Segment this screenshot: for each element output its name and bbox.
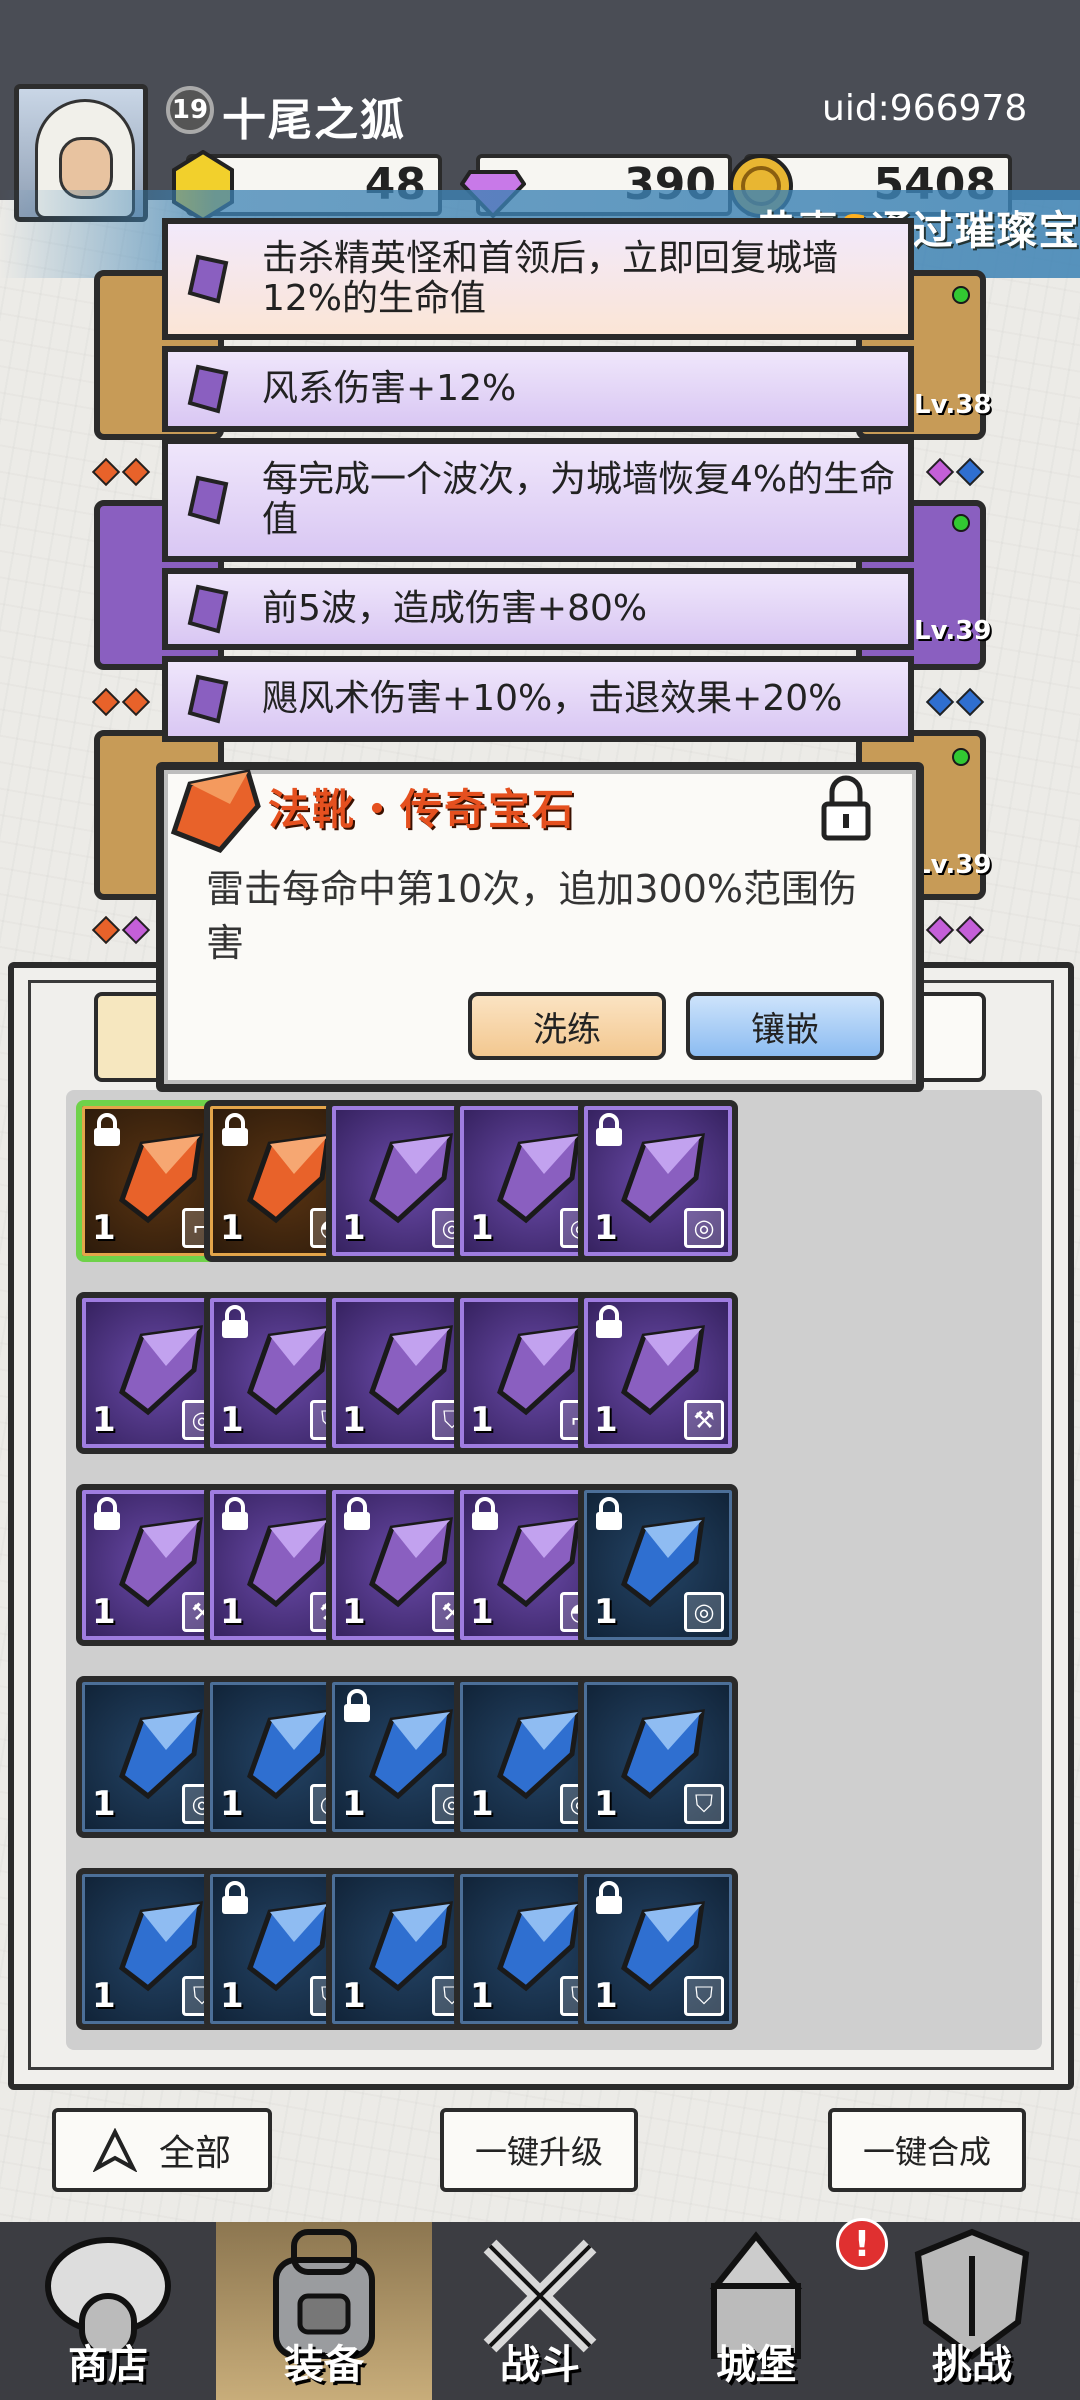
nav-item[interactable]: 商店 bbox=[0, 2222, 216, 2400]
merge-all-button[interactable]: 一键合成 bbox=[828, 2108, 1026, 2192]
affix-text: 飓风术伤害+10%，击退效果+20% bbox=[262, 678, 843, 719]
nav-label: 战斗 bbox=[500, 2342, 580, 2388]
upgrade-all-button[interactable]: 一键升级 bbox=[440, 2108, 638, 2192]
lock-icon[interactable] bbox=[818, 772, 874, 842]
affix-text: 风系伤害+12% bbox=[262, 368, 517, 409]
gem-quantity: 1 bbox=[342, 1976, 366, 2016]
equip-level: Lv.39 bbox=[914, 850, 992, 880]
lock-icon bbox=[222, 1497, 248, 1530]
affix-row: 前5波，造成伤害+80% bbox=[162, 568, 914, 650]
lock-icon bbox=[94, 1497, 120, 1530]
ring-slot-icon: ◎ bbox=[684, 1208, 724, 1248]
affix-text: 每完成一个波次，为城墙恢复4%的生命值 bbox=[262, 459, 896, 540]
armor-slot-icon: ⛉ bbox=[684, 1976, 724, 2016]
nav-label: 装备 bbox=[284, 2342, 364, 2388]
lock-icon bbox=[344, 1497, 370, 1530]
affix-text: 前5波，造成伤害+80% bbox=[262, 588, 648, 629]
filter-all-button[interactable]: 全部 bbox=[52, 2108, 272, 2192]
inlay-button[interactable]: 镶嵌 bbox=[686, 992, 884, 1060]
gem-quantity: 1 bbox=[594, 1592, 618, 1632]
nav-item[interactable]: 装备 bbox=[216, 2222, 432, 2400]
gem-quantity: 1 bbox=[220, 1784, 244, 1824]
purple-gem-icon bbox=[187, 584, 229, 634]
affix-text: 击杀精英怪和首领后，立即回复城墙12%的生命值 bbox=[262, 238, 839, 319]
inventory-gem-tile[interactable]: 1⚒ bbox=[578, 1292, 738, 1454]
gem-quantity: 1 bbox=[342, 1400, 366, 1440]
weapon-slot-icon: ⚒ bbox=[684, 1400, 724, 1440]
purple-gem-icon bbox=[187, 475, 229, 525]
nav-label: 挑战 bbox=[932, 2342, 1012, 2388]
gem-quantity: 1 bbox=[92, 1400, 116, 1440]
gem-quantity: 1 bbox=[92, 1784, 116, 1824]
player-level-badge: 19 bbox=[166, 86, 214, 134]
gem-quantity: 1 bbox=[220, 1976, 244, 2016]
gem-quantity: 1 bbox=[470, 1976, 494, 2016]
nav-label: 城堡 bbox=[716, 2342, 796, 2388]
lock-icon bbox=[596, 1113, 622, 1146]
gem-quantity: 1 bbox=[470, 1784, 494, 1824]
affix-row: 飓风术伤害+10%，击退效果+20% bbox=[162, 656, 914, 742]
gem-quantity: 1 bbox=[92, 1592, 116, 1632]
status-dot bbox=[952, 286, 970, 304]
gem-quantity: 1 bbox=[470, 1400, 494, 1440]
gem-quantity: 1 bbox=[92, 1976, 116, 2016]
gem-quantity: 1 bbox=[594, 1976, 618, 2016]
affix-row: 风系伤害+12% bbox=[162, 346, 914, 432]
castle-alert-badge: ! bbox=[836, 2218, 888, 2270]
gem-quantity: 1 bbox=[220, 1208, 244, 1248]
inventory-gem-tile[interactable]: 1⛉ bbox=[578, 1868, 738, 2030]
lock-icon bbox=[596, 1881, 622, 1914]
lock-icon bbox=[222, 1305, 248, 1338]
nav-item[interactable]: 挑战 bbox=[864, 2222, 1080, 2400]
inventory-gem-tile[interactable]: 1⛉ bbox=[578, 1676, 738, 1838]
nav-item[interactable]: 城堡 bbox=[648, 2222, 864, 2400]
filter-label: 全部 bbox=[158, 2133, 231, 2174]
lock-icon bbox=[596, 1305, 622, 1338]
ring-slot-icon: ◎ bbox=[684, 1592, 724, 1632]
refine-button[interactable]: 洗练 bbox=[468, 992, 666, 1060]
lock-icon bbox=[472, 1497, 498, 1530]
lock-icon bbox=[344, 1689, 370, 1722]
equip-level: Lv.39 bbox=[914, 616, 992, 646]
gem-quantity: 1 bbox=[470, 1208, 494, 1248]
lock-icon bbox=[222, 1113, 248, 1146]
purple-gem-icon bbox=[187, 254, 229, 304]
triangle-filter-icon bbox=[92, 2128, 137, 2172]
gem-quantity: 1 bbox=[594, 1208, 618, 1248]
gem-quantity: 1 bbox=[342, 1208, 366, 1248]
gem-quantity: 1 bbox=[594, 1400, 618, 1440]
gem-quantity: 1 bbox=[92, 1208, 116, 1248]
purple-gem-icon bbox=[187, 364, 229, 414]
purple-gem-icon bbox=[187, 674, 229, 724]
inventory-gem-tile[interactable]: 1◎ bbox=[578, 1100, 738, 1262]
gem-quantity: 1 bbox=[342, 1592, 366, 1632]
status-dot bbox=[952, 514, 970, 532]
lock-icon bbox=[222, 1881, 248, 1914]
equip-level: Lv.38 bbox=[914, 390, 992, 420]
gem-quantity: 1 bbox=[342, 1784, 366, 1824]
gem-quantity: 1 bbox=[470, 1592, 494, 1632]
popup-title: 法靴・传奇宝石 bbox=[268, 785, 577, 834]
gem-quantity: 1 bbox=[220, 1400, 244, 1440]
gem-quantity: 1 bbox=[220, 1592, 244, 1632]
affix-row: 每完成一个波次，为城墙恢复4%的生命值 bbox=[162, 438, 914, 562]
lock-icon bbox=[94, 1113, 120, 1146]
nav-label: 商店 bbox=[68, 2342, 148, 2388]
status-dot bbox=[952, 748, 970, 766]
armor-slot-icon: ⛉ bbox=[684, 1784, 724, 1824]
player-uid: uid:966978 bbox=[822, 88, 1028, 129]
lock-icon bbox=[596, 1497, 622, 1530]
gem-quantity: 1 bbox=[594, 1784, 618, 1824]
inventory-gem-tile[interactable]: 1◎ bbox=[578, 1484, 738, 1646]
legendary-gem-icon bbox=[170, 769, 261, 853]
affix-row: 击杀精英怪和首领后，立即回复城墙12%的生命值 bbox=[162, 218, 914, 340]
popup-description: 雷击每命中第10次，追加300%范围伤害 bbox=[206, 867, 857, 965]
player-name: 十尾之狐 bbox=[222, 95, 406, 146]
nav-item[interactable]: 战斗 bbox=[432, 2222, 648, 2400]
